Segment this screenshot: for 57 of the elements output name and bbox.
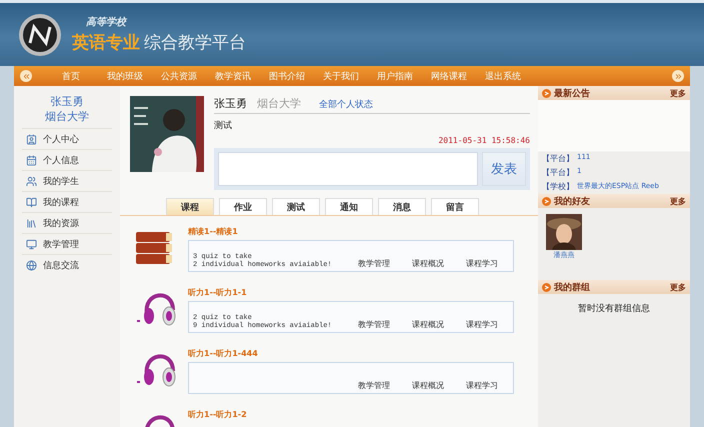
course-link[interactable]: 课程学习	[455, 319, 509, 330]
calendar-icon	[26, 154, 37, 166]
status-text: 测试	[214, 120, 233, 132]
course-link[interactable]: 课程学习	[455, 258, 509, 269]
sidebar-item[interactable]: 我的课程	[22, 191, 112, 212]
panel-title: 我的好友	[554, 196, 591, 208]
tab[interactable]: 通知	[325, 198, 373, 215]
user-name: 张玉勇	[50, 94, 84, 109]
user-school: 烟台大学	[45, 109, 89, 124]
monitor-icon	[26, 238, 37, 250]
school-label: 高等学校	[85, 15, 128, 29]
course-link[interactable]: 教学管理	[347, 380, 401, 391]
empty-message: 暂时没有群组信息	[577, 302, 651, 315]
status-input[interactable]	[218, 152, 478, 186]
sidebar-item[interactable]: 信息交流	[22, 254, 112, 275]
more-link[interactable]: 更多	[670, 196, 686, 206]
tab[interactable]: 测试	[272, 198, 320, 215]
tab[interactable]: 作业	[219, 198, 267, 215]
profile-name: 张玉勇	[214, 96, 247, 111]
users-icon	[26, 176, 37, 186]
course-link[interactable]: 课程概况	[401, 319, 455, 330]
book-icon	[26, 196, 37, 208]
arrow-circle-icon	[542, 196, 551, 206]
tab[interactable]: 消息	[378, 198, 426, 215]
sidebar-item[interactable]: 教学管理	[22, 233, 112, 254]
course-link[interactable]: 课程学习	[455, 380, 509, 391]
all-status-link[interactable]: 全部个人状态	[319, 98, 373, 111]
panel-title: 最新公告	[554, 87, 591, 100]
tab[interactable]: 留言	[431, 198, 479, 215]
sidebar-item[interactable]: 个人中心	[22, 128, 112, 149]
announcement-tag: 【学校】	[542, 181, 574, 192]
library-icon	[26, 218, 37, 228]
announcement-tag: 【平台】	[542, 167, 574, 178]
course-link[interactable]: 课程概况	[401, 380, 455, 391]
profile-school: 烟台大学	[257, 96, 301, 111]
course-link[interactable]: 教学管理	[347, 319, 401, 330]
more-link[interactable]: 更多	[670, 282, 686, 292]
course-link[interactable]: 教学管理	[347, 258, 401, 269]
logo-icon	[18, 12, 62, 56]
sidebar-item[interactable]: 个人信息	[22, 149, 112, 170]
arrow-circle-icon	[542, 282, 551, 292]
scroll-left-icon[interactable]	[20, 70, 32, 82]
title-highlight: 英语专业	[72, 32, 140, 54]
status-time: 2011-05-31 15:58:46	[438, 136, 530, 145]
site-title: 综合教学平台	[144, 32, 246, 54]
sidebar-item[interactable]: 我的学生	[22, 170, 112, 191]
arrow-circle-icon	[542, 88, 551, 98]
post-button[interactable]: 发表	[482, 152, 526, 186]
globe-icon	[26, 260, 37, 270]
announcement-tag: 【平台】	[542, 153, 574, 164]
course-link[interactable]: 课程概况	[401, 258, 455, 269]
more-link[interactable]: 更多	[670, 88, 686, 98]
tab[interactable]: 课程	[166, 198, 214, 215]
sidebar-item[interactable]: 我的资源	[22, 212, 112, 233]
scroll-right-icon[interactable]	[672, 70, 684, 82]
panel-title: 我的群组	[554, 282, 591, 294]
contact-card-icon	[26, 134, 37, 144]
